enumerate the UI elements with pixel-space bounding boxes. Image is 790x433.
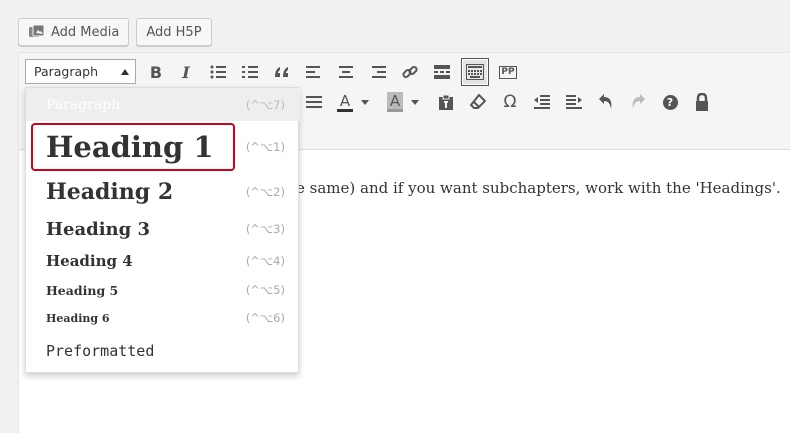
format-select-value: Paragraph [34,64,99,79]
link-icon [402,65,418,79]
format-option-shortcut: (^⌥3) [245,222,285,236]
media-icon [28,24,46,40]
help-icon: ? [662,94,678,110]
horizontal-line-button[interactable] [301,89,327,115]
bold-button[interactable]: B [143,59,169,85]
format-option-heading-2[interactable]: Heading 2 (^⌥2) [26,172,300,212]
text-color-icon: A [337,92,353,112]
format-option-label: Paragraph [46,96,121,113]
background-color-button[interactable]: A [383,89,423,115]
format-option-label: Heading 6 [46,311,110,325]
help-button[interactable]: ? [657,89,683,115]
format-option-shortcut: (^⌥5) [245,283,285,297]
format-option-label: Heading 3 [46,218,151,240]
toolbar-toggle-button[interactable] [461,58,489,86]
align-center-button[interactable] [333,59,359,85]
paste-as-text-icon [439,94,453,110]
lock-icon [696,93,708,111]
format-option-shortcut: (^⌥6) [245,311,285,325]
special-character-button[interactable]: Ω [497,89,523,115]
toolbar-toggle-icon [466,64,484,80]
special-character-icon: Ω [503,92,517,112]
numbered-list-icon [242,66,258,78]
editor-content-text[interactable]: e same) and if you want subchapters, wor… [296,179,781,197]
clear-formatting-button[interactable] [465,89,491,115]
bold-icon: B [149,62,163,82]
text-color-button[interactable]: A [333,89,373,115]
left-gutter [0,0,18,433]
undo-icon [599,94,612,109]
format-option-shortcut: (^⌥2) [245,185,285,199]
bulleted-list-icon [210,65,226,79]
page-break-button[interactable]: PP [495,59,521,85]
format-option-heading-3[interactable]: Heading 3 (^⌥3) [26,212,300,246]
italic-button[interactable]: I [173,59,199,85]
chevron-down-icon [361,99,369,105]
format-option-preformatted[interactable]: Preformatted [26,335,300,367]
background-color-icon: A [387,92,403,112]
format-option-label: Heading 2 [46,179,174,205]
redo-icon [632,94,645,109]
format-option-heading-4[interactable]: Heading 4 (^⌥4) [26,246,300,276]
clear-formatting-icon [470,94,486,109]
caret-up-icon [121,69,129,75]
paste-as-text-button[interactable] [433,89,459,115]
outdent-button[interactable] [529,89,555,115]
bulleted-list-button[interactable] [205,59,231,85]
indent-button[interactable] [561,89,587,115]
insert-link-button[interactable] [397,59,423,85]
align-left-icon [306,66,320,78]
add-media-button[interactable]: Add Media [18,18,130,46]
format-option-paragraph[interactable]: Paragraph (^⌥7) [26,88,300,121]
align-center-icon [339,66,353,78]
heading-1-highlight-box [31,123,235,171]
format-select[interactable]: Paragraph [25,59,136,84]
align-left-button[interactable] [301,59,327,85]
blockquote-button[interactable] [269,59,295,85]
undo-button[interactable] [593,89,619,115]
media-buttons-bar: Add Media Add H5P [18,18,212,48]
align-right-button[interactable] [365,59,391,85]
add-h5p-label: Add H5P [146,24,202,40]
outdent-icon [534,95,550,109]
format-option-label: Heading 5 [46,282,119,298]
format-option-label: Preformatted [46,342,155,360]
read-more-button[interactable] [429,59,455,85]
add-media-label: Add Media [51,24,120,40]
format-option-heading-5[interactable]: Heading 5 (^⌥5) [26,276,300,304]
format-option-shortcut: (^⌥1) [245,140,285,154]
horizontal-line-icon [306,96,322,108]
chevron-down-icon [411,99,419,105]
format-option-label: Heading 4 [46,252,133,270]
blockquote-icon [275,67,288,77]
indent-icon [566,95,582,109]
format-option-shortcut: (^⌥4) [245,254,285,268]
redo-button[interactable] [625,89,651,115]
italic-icon: I [182,62,190,82]
numbered-list-button[interactable] [237,59,263,85]
add-h5p-button[interactable]: Add H5P [136,18,212,46]
format-option-shortcut: (^⌥7) [245,97,285,112]
page-break-icon: PP [499,65,517,79]
format-option-heading-6[interactable]: Heading 6 (^⌥6) [26,304,300,332]
align-right-icon [372,66,386,78]
read-more-icon [434,65,450,79]
lock-button[interactable] [689,89,715,115]
